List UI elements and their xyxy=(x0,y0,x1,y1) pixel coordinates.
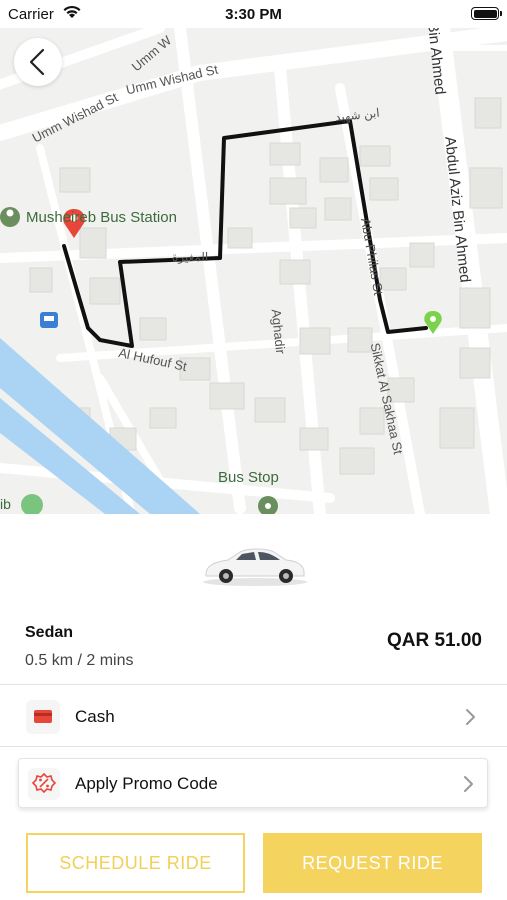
divider xyxy=(0,746,507,747)
chevron-right-icon xyxy=(464,776,473,792)
map-label-musheireb-bus-station: Musheireb Bus Station xyxy=(26,209,177,226)
vehicle-name: Sedan xyxy=(25,624,74,641)
map-canvas xyxy=(0,28,507,514)
map-label-arabic-2: المغيرة xyxy=(172,250,209,264)
route-map[interactable]: Umm Wishad St Umm Wishad St Umm W ابن شه… xyxy=(0,28,507,514)
status-bar: Carrier 3:30 PM xyxy=(0,0,507,28)
promo-label: Apply Promo Code xyxy=(75,774,218,793)
chevron-left-icon xyxy=(29,48,45,76)
sedan-car-icon xyxy=(203,548,307,586)
schedule-ride-button[interactable]: SCHEDULE RIDE xyxy=(26,833,245,893)
payment-method-row[interactable]: Cash xyxy=(0,686,507,746)
chevron-right-icon xyxy=(466,709,475,725)
payment-method-label: Cash xyxy=(75,707,115,726)
map-label-ib: ib xyxy=(0,496,11,512)
distance-time: 0.5 km / 2 mins xyxy=(25,652,134,669)
request-ride-button[interactable]: REQUEST RIDE xyxy=(263,833,482,893)
back-button[interactable] xyxy=(14,38,62,86)
status-time: 3:30 PM xyxy=(225,6,282,23)
apply-promo-code-button[interactable]: Apply Promo Code xyxy=(18,758,488,808)
divider xyxy=(0,684,507,685)
battery-icon xyxy=(471,7,502,20)
percent-badge-icon xyxy=(31,772,57,794)
fare-price: QAR 51.00 xyxy=(386,630,482,651)
map-label-bus-stop: Bus Stop xyxy=(218,469,279,486)
credit-card-icon xyxy=(34,710,52,723)
